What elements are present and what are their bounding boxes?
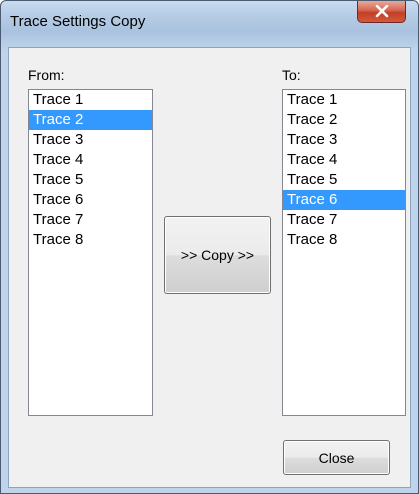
from-list-item[interactable]: Trace 1 — [29, 90, 152, 110]
to-list-item[interactable]: Trace 3 — [283, 130, 405, 150]
to-list-item[interactable]: Trace 4 — [283, 150, 405, 170]
title-bar[interactable]: Trace Settings Copy — [1, 1, 418, 47]
from-list-item[interactable]: Trace 2 — [29, 110, 152, 130]
to-list-item[interactable]: Trace 8 — [283, 230, 405, 250]
close-button[interactable]: Close — [283, 440, 390, 475]
from-list-item[interactable]: Trace 4 — [29, 150, 152, 170]
to-list-item[interactable]: Trace 6 — [283, 190, 405, 210]
copy-button[interactable]: >> Copy >> — [164, 216, 271, 294]
close-icon — [375, 5, 389, 18]
to-label: To: — [282, 67, 301, 83]
from-label: From: — [28, 67, 65, 83]
from-list-item[interactable]: Trace 7 — [29, 210, 152, 230]
window-close-button[interactable] — [357, 1, 406, 23]
window-title: Trace Settings Copy — [10, 13, 146, 30]
to-listbox[interactable]: Trace 1 Trace 2 Trace 3 Trace 4 Trace 5 Trace… — [282, 89, 406, 416]
from-list-item[interactable]: Trace 3 — [29, 130, 152, 150]
from-listbox[interactable]: Trace 1 Trace 2 Trace 3 Trace 4 Trace 5 Trace… — [28, 89, 153, 416]
from-list-item[interactable]: Trace 5 — [29, 170, 152, 190]
to-list-item[interactable]: Trace 2 — [283, 110, 405, 130]
from-list-item[interactable]: Trace 6 — [29, 190, 152, 210]
to-list-item[interactable]: Trace 7 — [283, 210, 405, 230]
to-list-item[interactable]: Trace 1 — [283, 90, 405, 110]
dialog-client-area: From: Trace 1 Trace 2 Trace 3 Trace 4 Trace … — [8, 47, 411, 488]
to-list-item[interactable]: Trace 5 — [283, 170, 405, 190]
from-list-item[interactable]: Trace 8 — [29, 230, 152, 250]
dialog-window: Trace Settings Copy From: Trace 1 Trace 2… — [0, 0, 419, 494]
